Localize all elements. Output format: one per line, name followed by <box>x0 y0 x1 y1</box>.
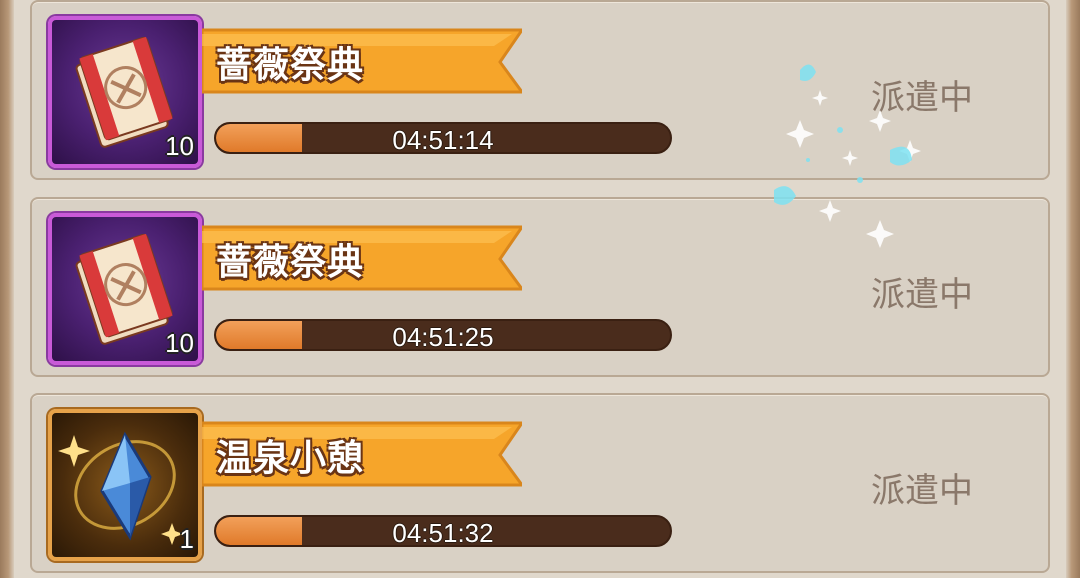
expedition-title: 蔷薇祭典 <box>216 45 365 86</box>
title-banner: 温泉小憩 <box>202 419 522 489</box>
item-count: 10 <box>165 131 194 161</box>
expedition-row[interactable]: 10 蔷薇祭典 04:51:25 派遣中 <box>30 197 1050 377</box>
blue-crystal-icon <box>58 431 183 545</box>
countdown-timer: 04:51:14 <box>392 125 494 154</box>
item-count: 1 <box>179 524 194 554</box>
left-frame-border <box>0 0 14 578</box>
right-frame-border <box>1066 0 1080 578</box>
countdown-timer: 04:51:25 <box>392 322 494 351</box>
title-banner: 蔷薇祭典 <box>202 223 522 293</box>
countdown-timer: 04:51:32 <box>392 518 494 547</box>
expedition-row[interactable]: 10 蔷薇祭典 04:51:14 派遣中 <box>30 0 1050 180</box>
dispatch-status: 派遣中 <box>871 275 973 315</box>
dispatch-status: 派遣中 <box>871 78 973 118</box>
item-slot[interactable]: 10 <box>48 16 202 168</box>
item-count: 10 <box>165 328 194 358</box>
timer-progress-bar: 04:51:25 <box>214 319 672 351</box>
dispatch-status: 派遣中 <box>871 471 973 511</box>
expedition-row[interactable]: 1 温泉小憩 04:51:32 派遣中 <box>30 393 1050 573</box>
item-slot[interactable]: 1 <box>48 409 202 561</box>
expedition-title: 温泉小憩 <box>216 438 365 479</box>
title-banner: 蔷薇祭典 <box>202 26 522 96</box>
timer-progress-bar: 04:51:32 <box>214 515 672 547</box>
expedition-title: 蔷薇祭典 <box>216 242 365 283</box>
item-slot[interactable]: 10 <box>48 213 202 365</box>
timer-progress-bar: 04:51:14 <box>214 122 672 154</box>
